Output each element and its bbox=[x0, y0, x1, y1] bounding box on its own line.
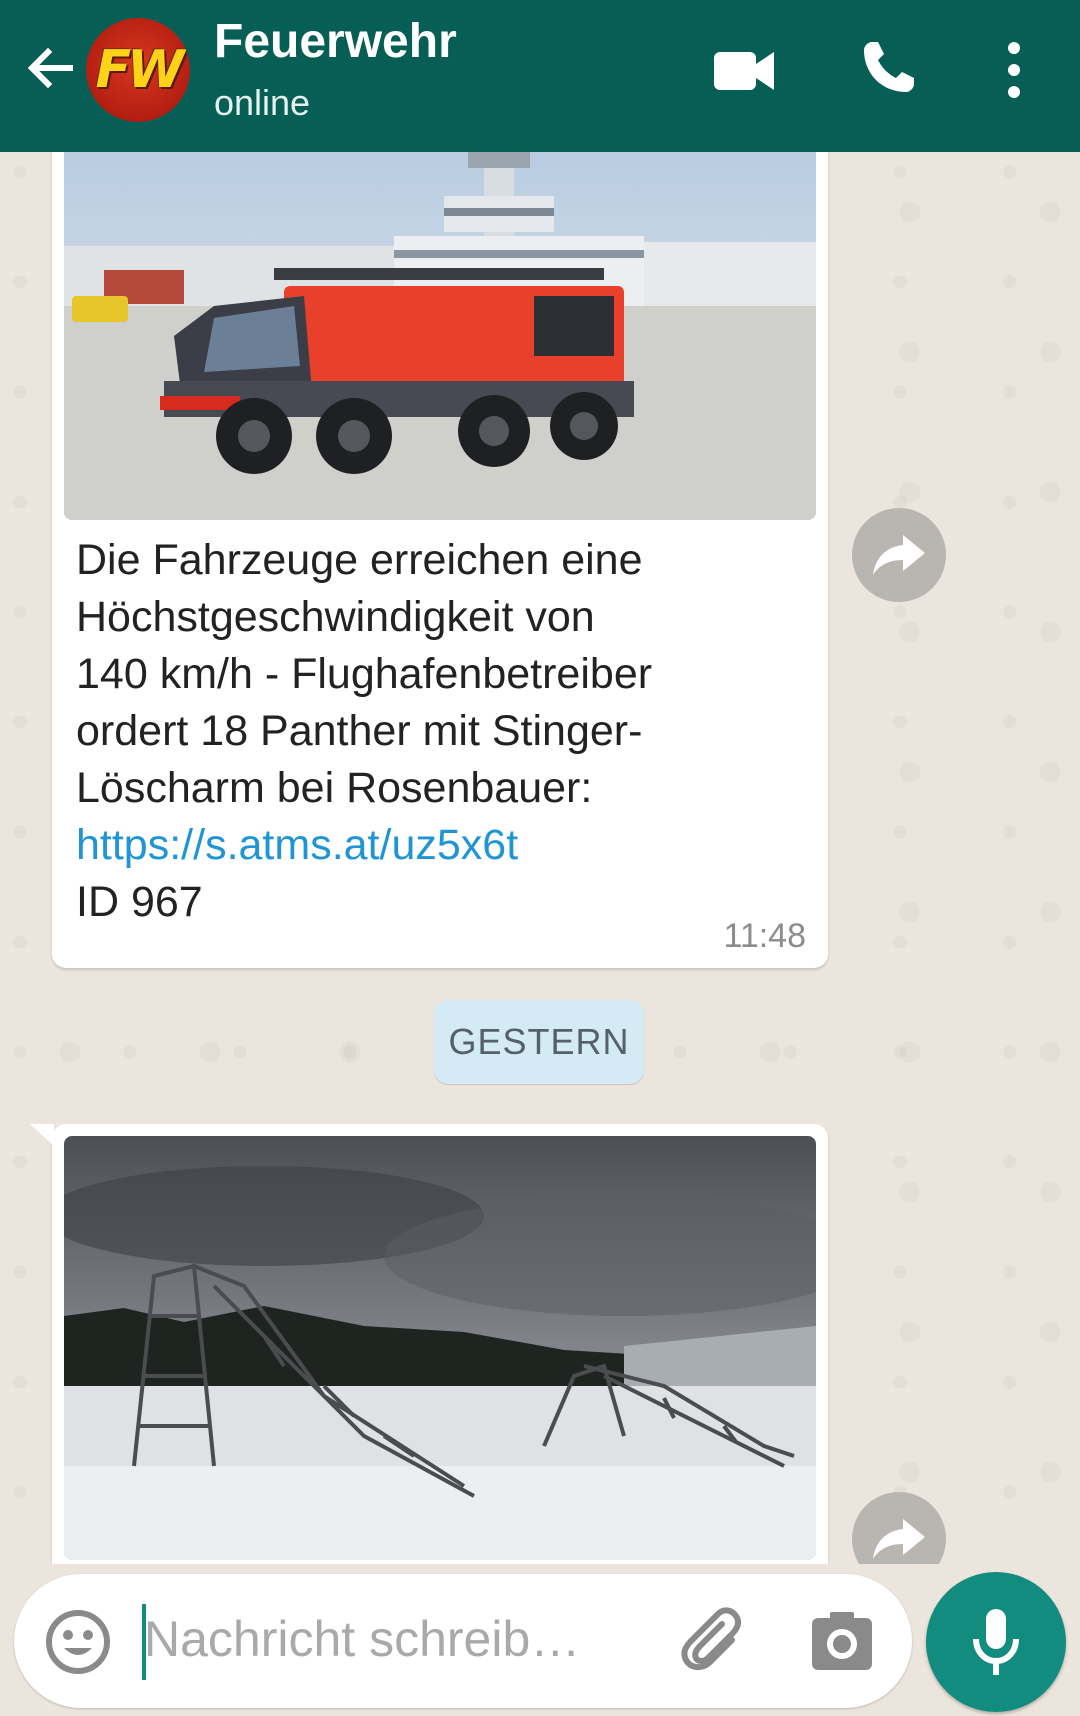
collapsed-power-pylons-winter-photo bbox=[64, 1136, 816, 1560]
video-call-icon[interactable] bbox=[712, 46, 776, 96]
avatar[interactable]: FW bbox=[86, 18, 190, 122]
back-arrow-icon[interactable] bbox=[18, 38, 82, 102]
attach-icon[interactable] bbox=[678, 1606, 750, 1678]
emoji-icon[interactable] bbox=[44, 1608, 112, 1676]
date-separator-label: GESTERN bbox=[448, 1021, 630, 1062]
chat-header: FW Feuerwehr online bbox=[0, 0, 1080, 152]
message-image[interactable] bbox=[64, 152, 816, 520]
message-composer[interactable]: Nachricht schreib… bbox=[14, 1574, 912, 1708]
camera-icon[interactable] bbox=[810, 1610, 874, 1672]
message-bubble[interactable]: Die Fahrzeuge erreichen eine Höchstgesch… bbox=[52, 152, 828, 968]
date-separator: GESTERN bbox=[434, 1000, 644, 1084]
message-line: Löscharm bei Rosenbauer: bbox=[76, 764, 593, 812]
message-link[interactable]: https://s.atms.at/uz5x6t bbox=[76, 817, 796, 874]
message-input[interactable]: Nachricht schreib… bbox=[144, 1610, 624, 1668]
mic-icon bbox=[973, 1609, 1019, 1675]
message-id: ID 967 bbox=[76, 878, 203, 926]
phone-icon[interactable] bbox=[858, 38, 918, 98]
chat-area[interactable]: Die Fahrzeuge erreichen eine Höchstgesch… bbox=[0, 152, 1080, 1564]
bubble-tail bbox=[30, 1124, 54, 1146]
avatar-text: FW bbox=[95, 40, 185, 100]
forward-icon bbox=[873, 1519, 925, 1559]
more-vert-icon[interactable] bbox=[1002, 40, 1026, 100]
message-text: Die Fahrzeuge erreichen eine Höchstgesch… bbox=[76, 532, 796, 931]
message-line: Höchstgeschwindigkeit von bbox=[76, 593, 595, 641]
forward-button[interactable] bbox=[852, 508, 946, 602]
message-line: ordert 18 Panther mit Stinger- bbox=[76, 707, 643, 755]
message-image[interactable] bbox=[64, 1136, 816, 1560]
forward-icon bbox=[873, 535, 925, 575]
chat-title[interactable]: Feuerwehr bbox=[214, 14, 457, 69]
forward-button[interactable] bbox=[852, 1492, 946, 1564]
airport-fire-truck-photo bbox=[64, 152, 816, 520]
chat-status: online bbox=[214, 82, 311, 123]
voice-record-button[interactable] bbox=[926, 1572, 1066, 1712]
message-time: 11:48 bbox=[723, 917, 806, 955]
message-line: 140 km/h - Flughafenbetreiber bbox=[76, 650, 653, 698]
message-bubble[interactable] bbox=[30, 1124, 828, 1564]
message-line: Die Fahrzeuge erreichen eine bbox=[76, 536, 643, 584]
